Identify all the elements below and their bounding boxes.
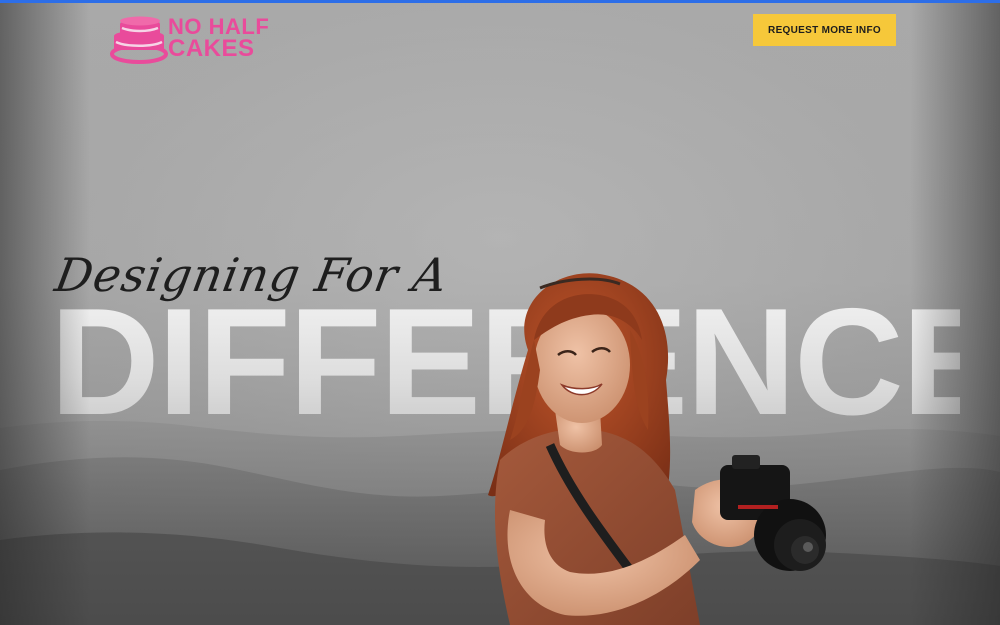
site-header: NO HALF CAKES REQUEST MORE INFO [0,3,1000,73]
hero-script-headline: Designing For A [51,248,453,302]
request-more-info-button[interactable]: REQUEST MORE INFO [753,14,896,46]
top-accent-bar [0,0,1000,3]
cake-layers-icon [110,16,168,64]
page: NO HALF CAKES REQUEST MORE INFO DIFFEREN… [0,0,1000,625]
brand-logo[interactable]: NO HALF CAKES [110,13,280,65]
logo-line-2: CAKES [168,35,255,63]
logo-wordmark: NO HALF CAKES [168,16,269,63]
photographer-woman-image [488,273,826,625]
